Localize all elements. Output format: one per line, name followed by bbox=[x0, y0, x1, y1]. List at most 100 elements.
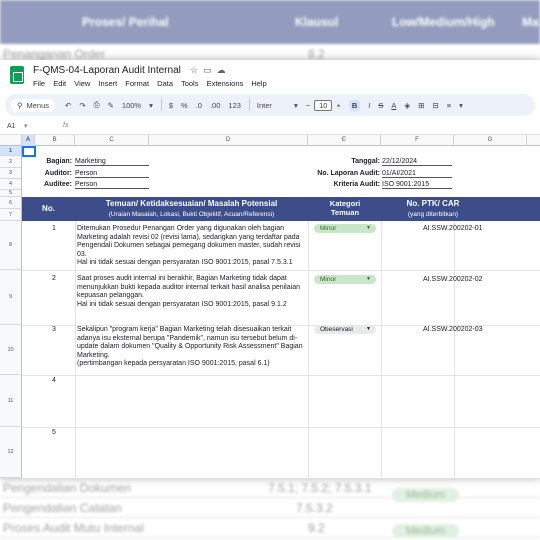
cloud-icon[interactable]: ☁ bbox=[217, 65, 231, 75]
bg-row: Pengendalian Dokumen 7.5.1; 7.5.2; 7.5.3… bbox=[0, 478, 540, 502]
col-divider bbox=[308, 221, 309, 478]
auditor-value[interactable]: Person bbox=[75, 170, 149, 178]
menu-data[interactable]: Data bbox=[157, 79, 173, 88]
header-no: No. bbox=[42, 204, 55, 213]
bold-button[interactable]: B bbox=[348, 99, 361, 111]
font-increase-icon[interactable]: + bbox=[336, 101, 340, 110]
menu-tools[interactable]: Tools bbox=[181, 79, 199, 88]
menu-insert[interactable]: Insert bbox=[98, 79, 117, 88]
bagian-label: Bagian: bbox=[46, 158, 72, 165]
bagian-value[interactable]: Marketing bbox=[75, 158, 149, 166]
finding-text[interactable]: Saat proses audit internal ini berakhir,… bbox=[77, 275, 307, 309]
col-divider bbox=[75, 221, 76, 478]
column-header-e[interactable]: E bbox=[308, 135, 381, 146]
percent-button[interactable]: % bbox=[181, 101, 188, 110]
finding-no[interactable]: 1 bbox=[52, 225, 56, 232]
category-chip[interactable]: Minor ▼ bbox=[314, 224, 376, 233]
menu-file[interactable]: File bbox=[33, 79, 45, 88]
finding-no[interactable]: 3 bbox=[52, 326, 56, 333]
document-title[interactable]: F-QMS-04-Laporan Audit Internal bbox=[33, 65, 181, 76]
tanggal-label: Tanggal: bbox=[351, 158, 380, 165]
decrease-decimal-button[interactable]: .0 bbox=[196, 101, 202, 110]
row-header[interactable]: 4 bbox=[0, 179, 22, 190]
paint-format-icon[interactable]: ✎ bbox=[108, 101, 114, 110]
row-header[interactable]: 6 bbox=[0, 197, 22, 209]
italic-button[interactable]: I bbox=[368, 101, 370, 110]
folder-icon[interactable]: ▭ bbox=[203, 65, 217, 75]
header-temuan-sub: (Uraian Masalah, Lokasi, Bukti Objektif,… bbox=[108, 211, 275, 218]
kriteria-label: Kriteria Audit: bbox=[333, 181, 380, 188]
column-header-f[interactable]: F bbox=[381, 135, 454, 146]
column-header-a[interactable]: A bbox=[22, 135, 35, 146]
title-icons: ☆▭☁ bbox=[190, 65, 231, 76]
row-header[interactable]: 2 bbox=[0, 156, 22, 168]
star-icon[interactable]: ☆ bbox=[190, 65, 203, 75]
menu-help[interactable]: Help bbox=[251, 79, 266, 88]
merge-icon[interactable]: ⊟ bbox=[432, 101, 438, 110]
sheets-logo-icon[interactable] bbox=[10, 66, 24, 84]
fill-color-icon[interactable]: ◈ bbox=[404, 101, 410, 110]
align-icon[interactable]: ≡ bbox=[447, 101, 451, 110]
category-chip[interactable]: Minor ▼ bbox=[314, 275, 376, 284]
strikethrough-button[interactable]: S bbox=[378, 101, 383, 110]
row-header[interactable]: 12 bbox=[0, 427, 22, 478]
font-size-input[interactable]: 10 bbox=[314, 99, 333, 111]
text-color-button[interactable]: A bbox=[391, 101, 396, 110]
menu-edit[interactable]: Edit bbox=[53, 79, 66, 88]
column-header-c[interactable]: C bbox=[75, 135, 149, 146]
selected-cell[interactable] bbox=[22, 146, 36, 157]
laporan-value[interactable]: 01/AI/2021 bbox=[382, 170, 452, 178]
auditee-value[interactable]: Person bbox=[75, 181, 149, 189]
row-header[interactable]: 5 bbox=[0, 190, 22, 197]
zoom-select[interactable]: 100% bbox=[122, 101, 141, 110]
row-divider bbox=[22, 427, 540, 428]
row-divider bbox=[22, 478, 540, 479]
row-header[interactable]: 9 bbox=[0, 270, 22, 325]
car-number[interactable]: AI.SSW.200202-03 bbox=[423, 326, 483, 333]
increase-decimal-button[interactable]: .00 bbox=[210, 101, 220, 110]
undo-icon[interactable]: ↶ bbox=[65, 101, 71, 110]
number-format-button[interactable]: 123 bbox=[228, 101, 241, 110]
bg-process: Pengendalian Catatan bbox=[3, 501, 122, 515]
font-select[interactable]: Inter bbox=[257, 101, 272, 110]
bg-header-process: Proses/ Perihal bbox=[82, 15, 169, 29]
divider bbox=[248, 99, 250, 111]
bg-clause: 7.5.3.2 bbox=[296, 501, 333, 515]
currency-button[interactable]: $ bbox=[169, 101, 173, 110]
finding-no[interactable]: 2 bbox=[52, 275, 56, 282]
redo-icon[interactable]: ↷ bbox=[79, 101, 85, 110]
formula-bar: A1 ▾ fx bbox=[0, 119, 540, 135]
column-header-b[interactable]: B bbox=[35, 135, 75, 146]
borders-icon[interactable]: ⊞ bbox=[418, 101, 424, 110]
bg-header-extra: Ma bbox=[522, 15, 539, 29]
car-number[interactable]: AI.SSW.200202-01 bbox=[423, 225, 483, 232]
row-header[interactable]: 7 bbox=[0, 209, 22, 221]
row-header[interactable]: 1 bbox=[0, 146, 22, 156]
menu-format[interactable]: Format bbox=[125, 79, 149, 88]
category-chip[interactable]: Obeservasi ▼ bbox=[314, 325, 376, 334]
row-header[interactable]: 10 bbox=[0, 325, 22, 375]
menu-view[interactable]: View bbox=[74, 79, 90, 88]
finding-text[interactable]: Sekalipun "program kerja" Bagian Marketi… bbox=[77, 326, 307, 369]
column-header-d[interactable]: D bbox=[149, 135, 308, 146]
menu-extensions[interactable]: Extensions bbox=[207, 79, 244, 88]
row-header[interactable]: 8 bbox=[0, 221, 22, 270]
menu-search[interactable]: ⚲ Menus bbox=[11, 98, 56, 112]
row-header[interactable]: 11 bbox=[0, 375, 22, 427]
finding-no[interactable]: 5 bbox=[52, 429, 56, 436]
font-decrease-icon[interactable]: − bbox=[306, 101, 310, 110]
column-header-g[interactable]: G bbox=[454, 135, 527, 146]
chevron-down-icon: ▾ bbox=[459, 100, 463, 110]
car-number[interactable]: AI.SSW.200202-02 bbox=[423, 276, 483, 283]
tanggal-value[interactable]: 22/12/2024 bbox=[382, 158, 452, 166]
print-icon[interactable]: ⎙ bbox=[94, 100, 100, 110]
cell-reference[interactable]: A1 bbox=[7, 123, 16, 130]
finding-text[interactable]: Ditemukan Prosedur Penangan Order yang d… bbox=[77, 225, 307, 268]
bg-clause: 8.2 bbox=[308, 47, 325, 61]
finding-no[interactable]: 4 bbox=[52, 377, 56, 384]
auditee-label: Auditee: bbox=[44, 181, 72, 188]
row-header[interactable]: 3 bbox=[0, 168, 22, 179]
kriteria-value[interactable]: ISO 9001:2015 bbox=[382, 181, 452, 189]
background-header: Proses/ Perihal Klausul Low/Medium/High … bbox=[0, 0, 540, 44]
select-all-corner[interactable] bbox=[0, 135, 22, 146]
